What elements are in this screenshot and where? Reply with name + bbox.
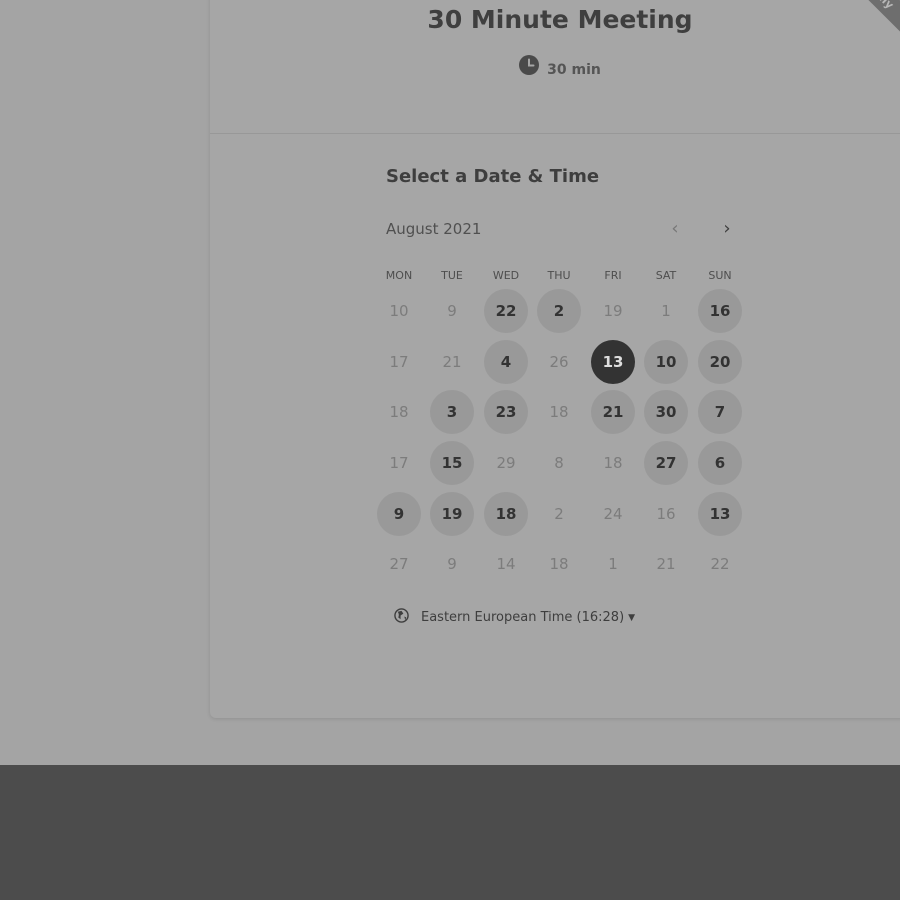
chevron-left-icon[interactable]: ‹ [663, 218, 687, 240]
available-date[interactable]: 10 [644, 340, 688, 384]
weekday-label: SAT [655, 269, 677, 282]
available-date[interactable]: 19 [430, 492, 474, 536]
available-date[interactable]: 20 [698, 340, 742, 384]
unavailable-date: 19 [603, 302, 623, 320]
unavailable-date: 27 [389, 555, 409, 573]
unavailable-date: 8 [554, 454, 564, 472]
available-date[interactable]: 2 [537, 289, 581, 333]
available-date[interactable]: 27 [644, 441, 688, 485]
unavailable-date: 18 [549, 555, 569, 573]
available-date[interactable]: 15 [430, 441, 474, 485]
unavailable-date: 22 [710, 555, 730, 573]
event-duration: 30 min [210, 55, 900, 83]
unavailable-date: 1 [608, 555, 618, 573]
unavailable-date: 18 [389, 403, 409, 421]
select-date-heading: Select a Date & Time [386, 166, 600, 187]
event-title: 30 Minute Meeting [427, 5, 693, 34]
chevron-right-icon[interactable]: › [715, 218, 739, 240]
available-date[interactable]: 18 [484, 492, 528, 536]
available-date[interactable]: 30 [644, 390, 688, 434]
booking-card: ...ly 30 Minute Meeting 30 min Select a … [210, 0, 900, 718]
available-date[interactable]: 22 [484, 289, 528, 333]
unavailable-date: 21 [442, 353, 462, 371]
available-date[interactable]: 16 [698, 289, 742, 333]
weekday-label: TUE [441, 269, 463, 282]
clock-icon [519, 55, 540, 81]
available-date[interactable]: 9 [377, 492, 421, 536]
weekday-label: THU [547, 269, 571, 282]
unavailable-date: 26 [549, 353, 569, 371]
weekday-label: WED [492, 269, 520, 282]
footer-band [0, 765, 900, 900]
available-date[interactable]: 4 [484, 340, 528, 384]
available-date[interactable]: 3 [430, 390, 474, 434]
unavailable-date: 18 [549, 403, 569, 421]
unavailable-date: 29 [496, 454, 516, 472]
duration-label: 30 min [547, 62, 601, 78]
unavailable-date: 17 [389, 353, 409, 371]
selected-date[interactable]: 13 [591, 340, 635, 384]
weekday-label: SUN [708, 269, 732, 282]
unavailable-date: 9 [447, 555, 457, 573]
available-date[interactable]: 23 [484, 390, 528, 434]
unavailable-date: 16 [656, 505, 676, 523]
unavailable-date: 18 [603, 454, 623, 472]
available-date[interactable]: 21 [591, 390, 635, 434]
unavailable-date: 24 [603, 505, 623, 523]
available-date[interactable]: 7 [698, 390, 742, 434]
weekday-label: FRI [604, 269, 622, 282]
unavailable-date: 21 [656, 555, 676, 573]
weekday-label: MON [385, 269, 413, 282]
unavailable-date: 10 [389, 302, 409, 320]
timezone-selector[interactable]: Eastern European Time (16:28) ▼ [394, 608, 635, 627]
month-label: August 2021 [386, 220, 482, 238]
globe-icon [394, 608, 409, 627]
available-date[interactable]: 13 [698, 492, 742, 536]
unavailable-date: 2 [554, 505, 564, 523]
unavailable-date: 9 [447, 302, 457, 320]
unavailable-date: 17 [389, 454, 409, 472]
unavailable-date: 1 [661, 302, 671, 320]
unavailable-date: 14 [496, 555, 516, 573]
available-date[interactable]: 6 [698, 441, 742, 485]
caret-down-icon: ▼ [628, 612, 636, 623]
header-divider [210, 133, 900, 134]
timezone-label: Eastern European Time (16:28) [421, 610, 625, 625]
